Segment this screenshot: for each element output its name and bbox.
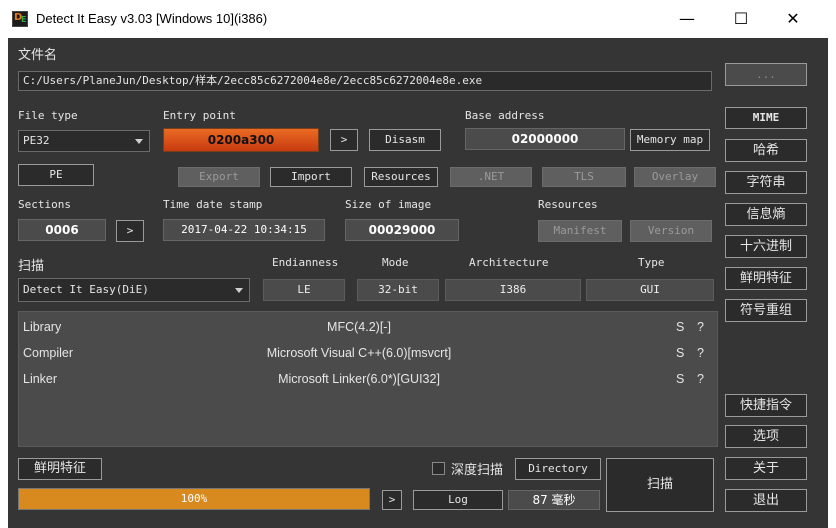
progress-go-button[interactable]: > xyxy=(382,490,402,510)
minimize-button[interactable]: — xyxy=(664,0,710,38)
strings-button[interactable]: 字符串 xyxy=(725,171,807,194)
hex-button[interactable]: 十六进制 xyxy=(725,235,807,258)
log-button[interactable]: Log xyxy=(413,490,503,510)
export-button[interactable]: Export xyxy=(178,167,260,187)
base-address-field[interactable]: 02000000 xyxy=(465,128,625,150)
net-button[interactable]: .NET xyxy=(450,167,532,187)
progress-text: 100% xyxy=(180,492,208,505)
mode-value: 32-bit xyxy=(357,279,439,301)
scan-progress-bar: 100% xyxy=(18,488,370,510)
file-name-label: 文件名 xyxy=(18,48,58,63)
result-value: Microsoft Linker(6.0*)[GUI32] xyxy=(278,372,440,386)
deep-scan-checkbox[interactable] xyxy=(432,462,445,475)
size-of-image-field[interactable]: 00029000 xyxy=(345,219,459,241)
app-icon: DE xyxy=(12,11,28,27)
file-type-label: File type xyxy=(18,109,78,122)
time-date-stamp-label: Time date stamp xyxy=(163,198,263,211)
directory-button[interactable]: Directory xyxy=(515,458,601,480)
version-button[interactable]: Version xyxy=(630,220,712,242)
hash-button[interactable]: 哈希 xyxy=(725,139,807,162)
architecture-value: I386 xyxy=(445,279,581,301)
maximize-button[interactable]: ☐ xyxy=(718,0,764,38)
result-kind: Library xyxy=(23,320,62,334)
scan-engine-value: Detect It Easy(DiE) xyxy=(23,283,149,296)
architecture-label: Architecture xyxy=(469,256,549,269)
scan-results-list: Library MFC(4.2)[-] S ? Compiler Microso… xyxy=(18,311,718,447)
result-value: Microsoft Visual C++(6.0)[msvcrt] xyxy=(266,346,452,360)
mime-button[interactable]: MIME xyxy=(725,107,807,129)
signature-link[interactable]: S xyxy=(676,342,684,364)
type-label: Type xyxy=(638,256,665,269)
time-date-stamp-field[interactable]: 2017-04-22 10:34:15 xyxy=(163,219,325,241)
entropy-button[interactable]: 信息熵 xyxy=(725,203,807,226)
signatures-button[interactable]: 鲜明特征 xyxy=(18,458,102,480)
main-panel: 文件名 C:/Users/PlaneJun/Desktop/样本/2ecc85c… xyxy=(8,38,828,528)
base-address-label: Base address xyxy=(465,109,545,122)
shortcuts-button[interactable]: 快捷指令 xyxy=(725,394,807,417)
entry-point-go-button[interactable]: > xyxy=(330,129,358,151)
file-type-value: PE32 xyxy=(23,134,50,147)
sections-field[interactable]: 0006 xyxy=(18,219,106,241)
deep-scan-label: 深度扫描 xyxy=(451,463,504,478)
scan-label: 扫描 xyxy=(18,259,45,274)
window-title: Detect It Easy v3.03 [Windows 10](i386) xyxy=(36,11,268,26)
signatures-sidebar-button[interactable]: 鲜明特征 xyxy=(725,267,807,290)
options-button[interactable]: 选项 xyxy=(725,425,807,448)
chevron-down-icon xyxy=(235,288,243,293)
entry-point-field[interactable]: 0200a300 xyxy=(163,128,319,152)
endianness-label: Endianness xyxy=(272,256,339,269)
info-link[interactable]: ? xyxy=(697,368,704,390)
mode-label: Mode xyxy=(382,256,409,269)
sections-label: Sections xyxy=(18,198,71,211)
result-kind: Compiler xyxy=(23,346,74,360)
import-button[interactable]: Import xyxy=(270,167,352,187)
resources-label: Resources xyxy=(538,198,598,211)
demangle-button[interactable]: 符号重组 xyxy=(725,299,807,322)
result-value: MFC(4.2)[-] xyxy=(327,320,391,334)
info-link[interactable]: ? xyxy=(697,342,704,364)
disasm-button[interactable]: Disasm xyxy=(369,129,441,151)
endianness-value: LE xyxy=(263,279,345,301)
browse-button[interactable]: ... xyxy=(725,63,807,86)
memory-map-button[interactable]: Memory map xyxy=(630,129,710,151)
scan-engine-select[interactable]: Detect It Easy(DiE) xyxy=(18,278,250,302)
exit-button[interactable]: 退出 xyxy=(725,489,807,512)
chevron-down-icon xyxy=(135,139,143,144)
list-item[interactable]: Library MFC(4.2)[-] S ? xyxy=(19,316,719,338)
entry-point-label: Entry point xyxy=(163,109,236,122)
size-of-image-label: Size of image xyxy=(345,198,432,211)
about-button[interactable]: 关于 xyxy=(725,457,807,480)
result-kind: Linker xyxy=(23,372,58,386)
list-item[interactable]: Linker Microsoft Linker(6.0*)[GUI32] S ? xyxy=(19,368,719,390)
pe-button[interactable]: PE xyxy=(18,164,94,186)
title-bar: DE Detect It Easy v3.03 [Windows 10](i38… xyxy=(0,0,836,38)
resources-button[interactable]: Resources xyxy=(364,167,438,187)
elapsed-time: 87 毫秒 xyxy=(508,490,600,510)
tls-button[interactable]: TLS xyxy=(542,167,626,187)
manifest-button[interactable]: Manifest xyxy=(538,220,622,242)
signature-link[interactable]: S xyxy=(676,368,684,390)
sections-go-button[interactable]: > xyxy=(116,220,144,242)
close-button[interactable]: ✕ xyxy=(770,0,816,38)
list-item[interactable]: Compiler Microsoft Visual C++(6.0)[msvcr… xyxy=(19,342,719,364)
file-path-field[interactable]: C:/Users/PlaneJun/Desktop/样本/2ecc85c6272… xyxy=(18,71,712,91)
type-value: GUI xyxy=(586,279,714,301)
file-type-select[interactable]: PE32 xyxy=(18,130,150,152)
scan-button[interactable]: 扫描 xyxy=(606,458,714,512)
info-link[interactable]: ? xyxy=(697,316,704,338)
overlay-button[interactable]: Overlay xyxy=(634,167,716,187)
signature-link[interactable]: S xyxy=(676,316,684,338)
